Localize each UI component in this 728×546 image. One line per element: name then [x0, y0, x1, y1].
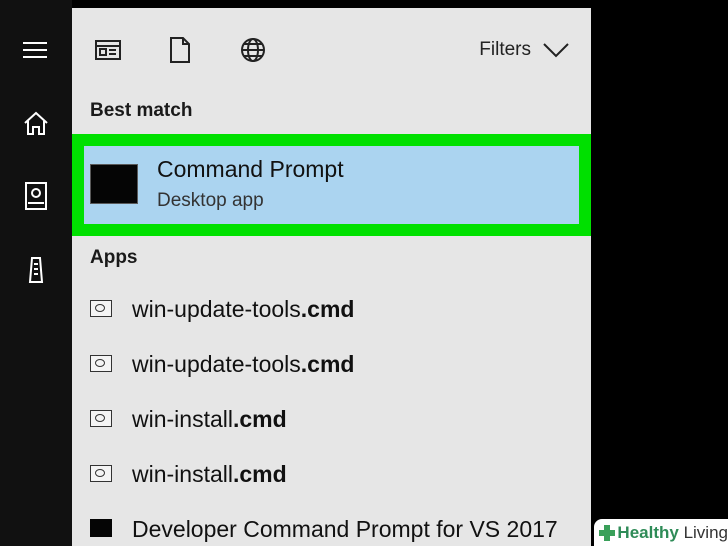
home-icon[interactable] — [14, 102, 58, 146]
list-item[interactable]: win-update-tools.cmd — [72, 341, 591, 389]
left-rail — [0, 0, 72, 546]
news-icon[interactable] — [88, 30, 128, 70]
best-match-highlight: Command Prompt Desktop app — [72, 134, 591, 236]
chevron-down-icon — [543, 43, 569, 58]
script-icon — [90, 410, 112, 427]
watermark-logo: Healthy Living — [594, 519, 728, 546]
app-name: win-update-tools.cmd — [132, 351, 355, 377]
app-name: win-update-tools.cmd — [132, 296, 355, 322]
menu-icon[interactable] — [14, 28, 58, 72]
best-match-item[interactable]: Command Prompt Desktop app — [84, 146, 579, 224]
list-item[interactable]: win-update-tools.cmd — [72, 286, 591, 334]
search-results-panel: Filters Best match Command Prompt Deskto… — [72, 8, 591, 546]
console-icon — [90, 519, 112, 537]
globe-icon[interactable] — [233, 30, 273, 70]
app-name: win-install.cmd — [132, 406, 287, 432]
filters-dropdown[interactable]: Filters — [479, 34, 569, 66]
script-icon — [90, 355, 112, 372]
command-prompt-icon — [90, 164, 138, 204]
script-icon — [90, 300, 112, 317]
document-icon[interactable] — [160, 30, 200, 70]
documents-icon[interactable] — [14, 174, 58, 218]
watermark-text: Healthy Living — [617, 522, 728, 542]
plus-icon — [598, 524, 616, 542]
apps-heading: Apps — [90, 247, 138, 268]
device-icon[interactable] — [14, 248, 58, 292]
app-name: win-install.cmd — [132, 461, 287, 487]
filter-toolbar: Filters — [72, 8, 591, 90]
app-name: Developer Command Prompt for VS 2017 — [132, 516, 558, 542]
best-match-title: Command Prompt — [157, 156, 344, 182]
list-item[interactable]: win-install.cmd — [72, 396, 591, 444]
best-match-heading: Best match — [90, 100, 193, 121]
filters-label: Filters — [479, 39, 531, 60]
list-item[interactable]: win-install.cmd — [72, 451, 591, 499]
best-match-subtitle: Desktop app — [157, 190, 264, 211]
script-icon — [90, 465, 112, 482]
list-item[interactable]: Developer Command Prompt for VS 2017 — [72, 506, 591, 546]
